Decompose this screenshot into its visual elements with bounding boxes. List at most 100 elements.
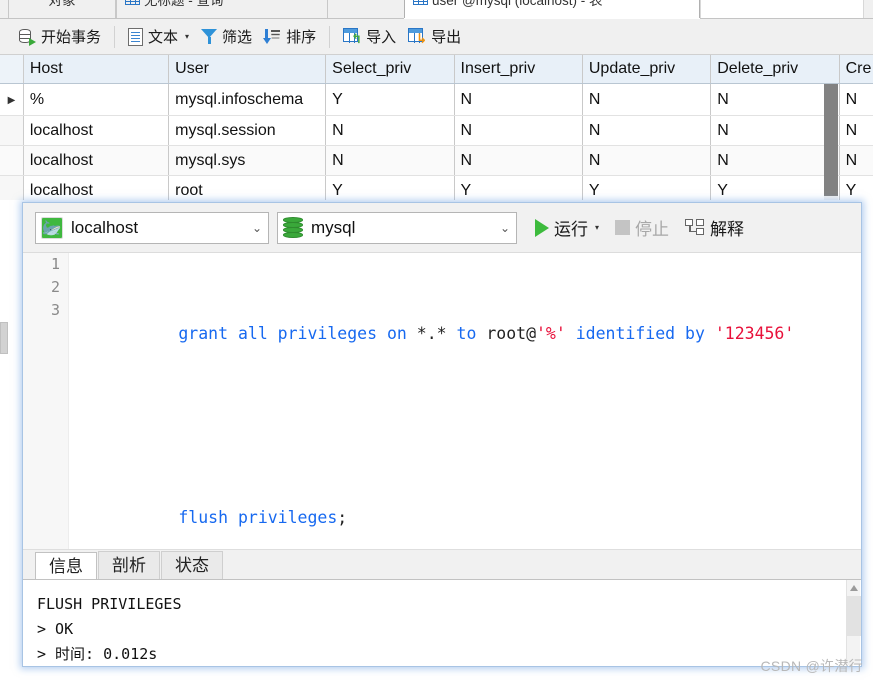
tab-objects-label: 对象 bbox=[48, 0, 76, 8]
export-label: 导出 bbox=[431, 29, 462, 46]
cell-delete-priv[interactable]: N bbox=[710, 145, 840, 176]
grid-scrollbar-thumb[interactable] bbox=[824, 84, 838, 196]
query-editor-panel: 🐋 localhost ⌄ mysql ⌄ 运行 ▾ 停止 解释 1 2 3 g… bbox=[22, 202, 862, 667]
watermark: CSDN @许潜行 bbox=[760, 658, 863, 674]
cell-host[interactable]: localhost bbox=[23, 115, 170, 146]
table-row[interactable]: localhost root Y Y Y Y Y bbox=[0, 175, 873, 200]
cell-update-priv[interactable]: N bbox=[582, 83, 712, 116]
cell-delete-priv[interactable]: N bbox=[710, 83, 840, 116]
cell-update-priv[interactable]: N bbox=[582, 145, 712, 176]
cell-insert-priv[interactable]: N bbox=[454, 83, 583, 116]
code-token: root@ bbox=[486, 324, 536, 343]
column-header-update-priv[interactable]: Update_priv bbox=[582, 55, 712, 84]
explain-label: 解释 bbox=[710, 220, 745, 239]
sort-button[interactable]: 排序 bbox=[258, 23, 322, 51]
cell-insert-priv[interactable]: Y bbox=[454, 175, 583, 200]
tab-objects[interactable]: 对象 bbox=[8, 0, 116, 18]
chevron-down-icon[interactable]: ▾ bbox=[185, 32, 189, 41]
column-header-insert-priv[interactable]: Insert_priv bbox=[454, 55, 583, 84]
table-header-row: Host User Select_priv Insert_priv Update… bbox=[0, 55, 873, 84]
cell-select-priv[interactable]: Y bbox=[325, 175, 455, 200]
output-line: FLUSH PRIVILEGES bbox=[37, 595, 182, 613]
begin-transaction-button[interactable]: 开始事务 bbox=[12, 23, 107, 51]
cell-update-priv[interactable]: Y bbox=[582, 175, 712, 200]
filter-button[interactable]: 筛选 bbox=[195, 23, 258, 51]
export-icon: ↳ bbox=[408, 28, 427, 46]
query-toolbar: 🐋 localhost ⌄ mysql ⌄ 运行 ▾ 停止 解释 bbox=[23, 203, 861, 253]
funnel-icon bbox=[201, 28, 218, 45]
user-table-grid[interactable]: Host User Select_priv Insert_priv Update… bbox=[0, 55, 873, 200]
code-line-1: grant all privileges on *.* to root@'%' … bbox=[79, 299, 861, 368]
play-icon bbox=[535, 218, 549, 237]
table-row[interactable]: localhost mysql.sys N N N N N bbox=[0, 145, 873, 176]
code-token: identified by bbox=[565, 324, 715, 343]
tab-profile[interactable]: 剖析 bbox=[98, 551, 160, 579]
column-header-select-priv[interactable]: Select_priv bbox=[325, 55, 455, 84]
tab-blank[interactable] bbox=[700, 0, 864, 18]
cell-delete-priv[interactable]: N bbox=[710, 115, 840, 146]
text-button[interactable]: 文本 ▾ bbox=[122, 23, 195, 51]
grid-vertical-scrollbar[interactable] bbox=[824, 84, 838, 200]
cell-delete-priv[interactable]: Y bbox=[710, 175, 840, 200]
result-vertical-scrollbar[interactable] bbox=[846, 580, 861, 665]
cell-user[interactable]: mysql.session bbox=[168, 115, 327, 146]
chevron-down-icon[interactable]: ⌄ bbox=[252, 221, 262, 235]
cell-create-priv[interactable]: N bbox=[839, 145, 873, 176]
sql-code-area[interactable]: grant all privileges on *.* to root@'%' … bbox=[69, 253, 861, 549]
import-button[interactable]: ↰ 导入 bbox=[337, 23, 402, 51]
tab-user-table[interactable]: user @mysql (localhost) - 表 bbox=[404, 0, 700, 18]
tab-untitled-query[interactable]: 无标题 - 查询 bbox=[116, 0, 328, 18]
connection-select[interactable]: 🐋 localhost ⌄ bbox=[35, 211, 269, 244]
chevron-down-icon[interactable]: ▾ bbox=[595, 223, 599, 232]
cell-create-priv[interactable]: N bbox=[839, 115, 873, 146]
export-button[interactable]: ↳ 导出 bbox=[402, 23, 467, 51]
database-value: mysql bbox=[311, 217, 356, 237]
main-tab-strip: 对象 无标题 - 查询 user @mysql (localhost) - 表 bbox=[0, 0, 873, 19]
sql-editor[interactable]: 1 2 3 grant all privileges on *.* to roo… bbox=[23, 253, 861, 549]
chevron-down-icon[interactable]: ⌄ bbox=[500, 221, 510, 235]
column-header-host[interactable]: Host bbox=[23, 55, 170, 84]
connection-value: localhost bbox=[71, 217, 139, 237]
cell-insert-priv[interactable]: N bbox=[454, 145, 583, 176]
result-output-area: FLUSH PRIVILEGES > OK > 时间: 0.012s bbox=[23, 579, 861, 666]
database-select[interactable]: mysql ⌄ bbox=[277, 211, 517, 244]
mysql-dolphin-icon: 🐋 bbox=[41, 216, 63, 239]
database-icon bbox=[283, 217, 303, 238]
line-number: 1 bbox=[50, 255, 60, 273]
code-line-3: flush privileges; bbox=[79, 483, 861, 549]
column-header-delete-priv[interactable]: Delete_priv bbox=[710, 55, 840, 84]
column-header-create-priv[interactable]: Cre bbox=[839, 55, 873, 84]
cell-user[interactable]: mysql.infoschema bbox=[168, 83, 327, 116]
code-token: '123456' bbox=[714, 324, 795, 343]
run-button[interactable]: 运行 ▾ bbox=[531, 213, 603, 243]
cell-host[interactable]: localhost bbox=[23, 175, 170, 200]
cell-select-priv[interactable]: Y bbox=[325, 83, 455, 116]
explain-button[interactable]: 解释 bbox=[681, 213, 748, 243]
cell-user[interactable]: root bbox=[168, 175, 327, 200]
cell-insert-priv[interactable]: N bbox=[454, 115, 583, 146]
cell-create-priv[interactable]: N bbox=[839, 83, 873, 116]
cell-update-priv[interactable]: N bbox=[582, 115, 712, 146]
code-token: to bbox=[456, 324, 487, 343]
cell-select-priv[interactable]: N bbox=[325, 145, 455, 176]
cell-user[interactable]: mysql.sys bbox=[168, 145, 327, 176]
explain-icon bbox=[685, 219, 705, 236]
table-row[interactable]: ▶ % mysql.infoschema Y N N N N bbox=[0, 83, 873, 116]
table-toolbar: 开始事务 文本 ▾ 筛选 排序 ↰ 导入 ↳ 导出 bbox=[0, 19, 873, 55]
tab-info[interactable]: 信息 bbox=[35, 552, 97, 580]
tab-status[interactable]: 状态 bbox=[161, 551, 223, 579]
cell-host[interactable]: % bbox=[23, 83, 170, 116]
tab-status-label: 状态 bbox=[175, 556, 209, 575]
table-row[interactable]: localhost mysql.session N N N N N bbox=[0, 115, 873, 146]
result-scrollbar-thumb[interactable] bbox=[847, 596, 861, 636]
cell-host[interactable]: localhost bbox=[23, 145, 170, 176]
run-label: 运行 bbox=[554, 220, 588, 239]
scroll-up-arrow-icon[interactable] bbox=[850, 585, 858, 591]
left-panel-collapse-handle[interactable] bbox=[0, 322, 8, 354]
cell-select-priv[interactable]: N bbox=[325, 115, 455, 146]
column-header-user[interactable]: User bbox=[168, 55, 327, 84]
cell-create-priv[interactable]: Y bbox=[839, 175, 873, 200]
begin-transaction-label: 开始事务 bbox=[41, 29, 102, 46]
row-marker bbox=[0, 175, 24, 200]
